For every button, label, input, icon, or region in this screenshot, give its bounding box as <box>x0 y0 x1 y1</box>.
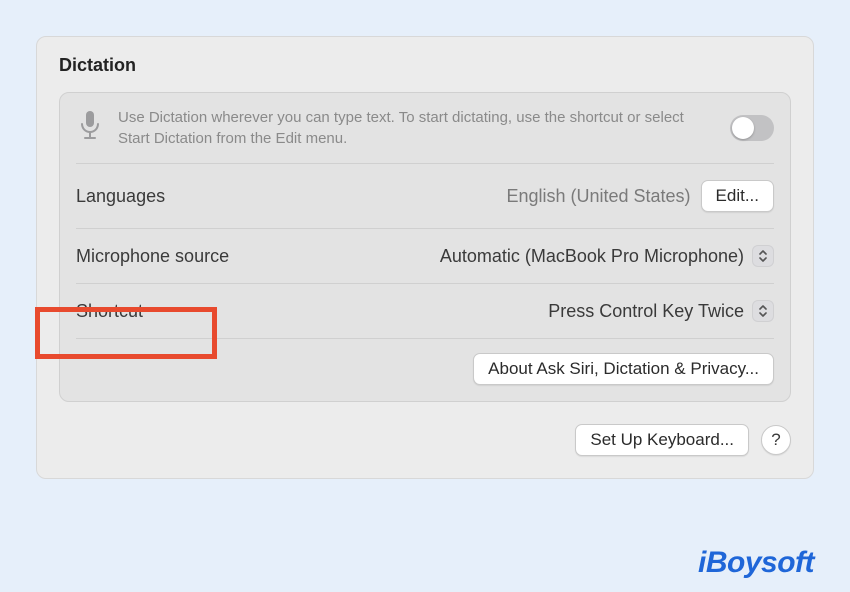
shortcut-value: Press Control Key Twice <box>548 301 744 322</box>
about-privacy-button[interactable]: About Ask Siri, Dictation & Privacy... <box>473 353 774 385</box>
microphone-icon <box>76 108 104 149</box>
microphone-label: Microphone source <box>76 246 229 267</box>
footer-row: Set Up Keyboard... ? <box>59 424 791 456</box>
watermark-logo: iBoysoft <box>698 546 814 580</box>
section-title: Dictation <box>59 55 791 76</box>
shortcut-select[interactable]: Press Control Key Twice <box>548 300 774 322</box>
microphone-select[interactable]: Automatic (MacBook Pro Microphone) <box>440 245 774 267</box>
languages-row: Languages English (United States) Edit..… <box>60 164 790 228</box>
dictation-toggle[interactable] <box>730 115 774 141</box>
dictation-description: Use Dictation wherever you can type text… <box>118 107 716 149</box>
chevron-up-down-icon <box>752 300 774 322</box>
help-button[interactable]: ? <box>761 425 791 455</box>
microphone-row: Microphone source Automatic (MacBook Pro… <box>60 229 790 283</box>
shortcut-row: Shortcut Press Control Key Twice <box>60 284 790 338</box>
shortcut-label: Shortcut <box>76 301 143 322</box>
dictation-panel: Dictation Use Dictation wherever you can… <box>36 36 814 479</box>
about-row: About Ask Siri, Dictation & Privacy... <box>60 339 790 401</box>
chevron-up-down-icon <box>752 245 774 267</box>
setup-keyboard-button[interactable]: Set Up Keyboard... <box>575 424 749 456</box>
edit-languages-button[interactable]: Edit... <box>701 180 774 212</box>
microphone-value: Automatic (MacBook Pro Microphone) <box>440 246 744 267</box>
languages-label: Languages <box>76 186 165 207</box>
dictation-info-row: Use Dictation wherever you can type text… <box>60 93 790 163</box>
languages-value: English (United States) <box>506 186 690 207</box>
settings-group: Use Dictation wherever you can type text… <box>59 92 791 402</box>
